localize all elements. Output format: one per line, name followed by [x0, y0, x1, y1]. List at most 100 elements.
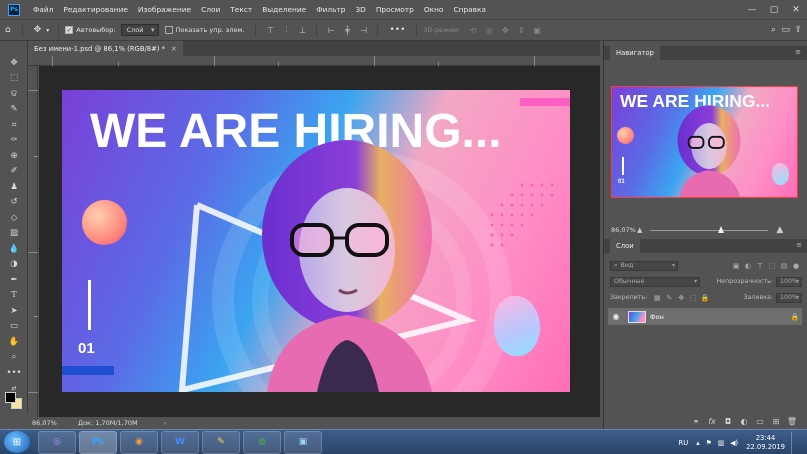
layer-style-icon[interactable]: fx — [704, 417, 720, 426]
more-options-icon[interactable]: ••• — [384, 25, 410, 35]
panel-menu-icon[interactable]: ≡ — [796, 241, 802, 249]
align-bottom-icon[interactable]: ⊥ — [297, 25, 307, 35]
align-vcenter-icon[interactable]: ⫶ — [281, 25, 291, 35]
layer-filter-dropdown[interactable]: ⌕ Вид — [610, 260, 678, 271]
rectangle-tool-icon[interactable]: ▭ — [0, 319, 28, 335]
ps-logo-icon[interactable]: Ps — [8, 3, 20, 16]
menu-layers[interactable]: Слои — [196, 5, 225, 14]
close-tab-icon[interactable]: ✕ — [171, 45, 177, 53]
autoselect-checkbox[interactable]: ✓ — [65, 26, 74, 34]
menu-3d[interactable]: 3D — [350, 5, 370, 14]
zoom-in-icon[interactable]: ▲ — [776, 225, 783, 235]
layer-name[interactable]: Фон — [650, 313, 788, 321]
3d-pan-icon[interactable]: ✥ — [500, 25, 510, 35]
share-icon[interactable]: ⇪ — [789, 25, 807, 35]
language-indicator[interactable]: RU — [679, 439, 689, 447]
navigator-zoom-slider[interactable] — [650, 225, 769, 233]
volume-icon[interactable]: ◀) — [730, 439, 738, 447]
lock-artboard-icon[interactable]: ⬚ — [688, 294, 698, 302]
layer-row[interactable]: ◉ Фон 🔒 — [608, 308, 802, 325]
menu-help[interactable]: Справка — [448, 5, 491, 14]
start-button-icon[interactable]: ⊞ — [4, 431, 30, 453]
path-select-tool-icon[interactable]: ➤ — [0, 303, 28, 319]
chrome-app-icon[interactable]: ◍ — [243, 430, 281, 454]
lasso-tool-icon[interactable]: ଡ — [0, 86, 28, 102]
foreground-color-swatch[interactable] — [5, 392, 16, 403]
brush-tool-icon[interactable]: ✐ — [0, 164, 28, 180]
navigator-zoom-value[interactable]: 86,07% — [611, 226, 637, 234]
filter-adjustment-icon[interactable]: ◐ — [743, 262, 753, 270]
photo-viewer-app-icon[interactable]: ▣ — [284, 430, 322, 454]
eraser-tool-icon[interactable]: ◇ — [0, 210, 28, 226]
align-top-icon[interactable]: ⊤ — [265, 25, 275, 35]
show-transform-checkbox[interactable] — [164, 26, 173, 34]
status-menu-icon[interactable]: › — [164, 419, 167, 427]
viber-app-icon[interactable]: ◎ — [38, 430, 76, 454]
zoom-level[interactable]: 86,07% — [32, 419, 78, 427]
move-tool-icon[interactable]: ✥ — [0, 55, 28, 71]
lock-transparent-icon[interactable]: ▦ — [652, 294, 662, 302]
history-brush-tool-icon[interactable]: ↺ — [0, 195, 28, 211]
filter-shape-icon[interactable]: ⬚ — [767, 262, 777, 270]
word-app-icon[interactable]: W — [161, 430, 199, 454]
menu-image[interactable]: Изображение — [133, 5, 196, 14]
blend-mode-dropdown[interactable]: Обычные — [610, 276, 700, 287]
eyedropper-tool-icon[interactable]: ✑ — [0, 133, 28, 149]
lock-position-icon[interactable]: ✥ — [676, 294, 686, 302]
menu-edit[interactable]: Редактирование — [58, 5, 133, 14]
lock-pixels-icon[interactable]: ✎ — [664, 294, 674, 302]
navigator-thumbnail[interactable]: WE ARE HIRING... 01 — [611, 86, 798, 198]
home-icon[interactable]: ⌂ — [0, 25, 16, 35]
menu-view[interactable]: Просмотр — [371, 5, 419, 14]
align-left-icon[interactable]: ⊢ — [326, 25, 336, 35]
tray-arrow-icon[interactable]: ▴ — [696, 439, 699, 447]
zoom-tool-icon[interactable]: ⌕ — [0, 350, 28, 366]
artboard-image[interactable]: WE ARE HIRING... 01 — [62, 90, 570, 392]
lock-all-icon[interactable]: 🔒 — [700, 294, 710, 302]
blur-tool-icon[interactable]: 💧 — [0, 241, 28, 257]
network-icon[interactable]: ▥ — [718, 439, 724, 447]
quick-select-tool-icon[interactable]: ✎ — [0, 102, 28, 118]
hand-tool-icon[interactable]: ✋ — [0, 334, 28, 350]
pen-tool-icon[interactable]: ✒ — [0, 272, 28, 288]
firefox-app-icon[interactable]: ◉ — [120, 430, 158, 454]
clock[interactable]: 23:44 22.09.2019 — [746, 434, 785, 452]
edit-toolbar-icon[interactable]: ••• — [0, 365, 28, 381]
3d-rotate-icon[interactable]: ⟲ — [468, 25, 478, 35]
crop-tool-icon[interactable]: ⌗ — [0, 117, 28, 133]
menu-type[interactable]: Текст — [225, 5, 257, 14]
document-tab[interactable]: Без имени-1.psd @ 86,1% (RGB/8#) * ✕ — [28, 41, 183, 56]
ruler-horizontal[interactable] — [28, 56, 600, 66]
3d-slide-icon[interactable]: ⇕ — [516, 25, 526, 35]
align-hcenter-icon[interactable]: ╪ — [342, 25, 352, 35]
type-tool-icon[interactable]: T — [0, 288, 28, 304]
gradient-tool-icon[interactable]: ▨ — [0, 226, 28, 242]
layers-tab[interactable]: Слои — [610, 239, 640, 253]
clone-stamp-tool-icon[interactable]: ♟ — [0, 179, 28, 195]
menu-window[interactable]: Окно — [419, 5, 449, 14]
filter-type-icon[interactable]: T — [755, 262, 765, 270]
dodge-tool-icon[interactable]: ◑ — [0, 257, 28, 273]
filter-toggle-icon[interactable]: ● — [791, 262, 801, 270]
link-layers-icon[interactable]: ⚭ — [688, 417, 704, 426]
navigator-tab[interactable]: Навигатор — [610, 46, 660, 60]
minimize-icon[interactable]: — — [741, 0, 763, 19]
chevron-down-icon[interactable]: ▾ — [46, 27, 52, 34]
menu-select[interactable]: Выделение — [257, 5, 311, 14]
show-desktop-button[interactable] — [791, 431, 799, 454]
flag-icon[interactable]: ⚑ — [706, 439, 712, 447]
adjustment-layer-icon[interactable]: ◐ — [736, 417, 752, 426]
eye-icon[interactable]: ◉ — [608, 312, 624, 321]
new-group-icon[interactable]: ▭ — [752, 417, 768, 426]
menu-file[interactable]: Файл — [28, 5, 58, 14]
lock-icon[interactable]: 🔒 — [788, 313, 802, 321]
filter-pixel-icon[interactable]: ▣ — [731, 262, 741, 270]
maximize-icon[interactable]: ▢ — [763, 0, 785, 19]
3d-scale-icon[interactable]: ▣ — [532, 25, 542, 35]
3d-roll-icon[interactable]: ◎ — [484, 25, 494, 35]
slider-thumb[interactable] — [717, 225, 724, 233]
zoom-out-icon[interactable]: ▲ — [637, 226, 642, 234]
move-tool-icon[interactable]: ✥ — [29, 25, 47, 35]
ruler-vertical[interactable] — [28, 66, 38, 417]
menu-filter[interactable]: Фильтр — [311, 5, 350, 14]
